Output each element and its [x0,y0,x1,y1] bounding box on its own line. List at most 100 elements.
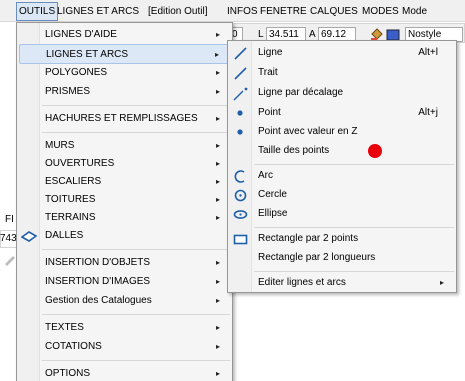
menu-item-label: MURS [45,140,75,151]
submenu-arrow-icon: ▸ [215,195,220,204]
menu-item-label: POLYGONES [45,67,108,78]
submenu-arrow-icon: ▸ [215,323,220,332]
diagonal-line-icon [233,46,248,61]
menu-item-label: INSERTION D'OBJETS [45,257,151,268]
submenu-arrow-icon: ▸ [215,141,220,150]
submenu-item-rect-2-points[interactable]: Rectangle par 2 points [230,230,454,249]
toolbar-a-label: A [309,29,316,40]
submenu-item-label: Taille des points [258,145,330,156]
rectangle-icon [233,232,248,247]
menu-item-lignes-et-arcs[interactable]: LIGNES ET ARCS ▸ [19,44,230,64]
shortcut-label: Alt+j [418,107,438,118]
submenu-item-point-z[interactable]: Point avec valeur en Z [230,123,454,142]
point-icon [233,106,248,121]
menu-lignes-et-arcs[interactable]: LIGNES ET ARCS [57,5,139,19]
lignes-et-arcs-submenu: Ligne Alt+l Trait Ligne par décalage Poi… [227,40,457,293]
menu-item-insertion-objets[interactable]: INSERTION D'OBJETS ▸ [19,253,230,273]
menu-fenetre[interactable]: FENETRE [260,5,307,19]
left-fragment-label: FI [5,214,14,225]
submenu-arrow-icon: ▸ [215,277,220,286]
menu-separator [42,249,230,250]
menu-item-label: DALLES [45,230,84,241]
submenu-item-label: Editer lignes et arcs [258,277,346,288]
submenu-separator [254,271,454,272]
submenu-arrow-icon: ▸ [439,278,444,287]
menu-item-label: Gestion des Catalogues [45,295,152,306]
submenu-arrow-icon: ▸ [214,50,219,59]
toolbar-l-label: L [258,29,264,40]
menu-item-murs[interactable]: MURS ▸ [19,136,230,156]
submenu-item-rect-2-longueurs[interactable]: Rectangle par 2 longueurs [230,249,454,268]
submenu-item-arc[interactable]: Arc [230,167,454,186]
menu-item-label: HACHURES ET REMPLISSAGES [45,113,198,124]
submenu-item-label: Arc [258,170,273,181]
menu-item-prismes[interactable]: PRISMES ▸ [19,82,230,102]
submenu-item-ellipse[interactable]: Ellipse [230,205,454,224]
menu-item-ouvertures[interactable]: OUVERTURES ▸ [19,154,230,174]
circle-icon [233,188,248,203]
menu-item-label: LIGNES D'AIDE [45,29,117,40]
menu-item-label: COTATIONS [45,341,102,352]
submenu-item-trait[interactable]: Trait [230,64,454,83]
menu-item-label: TERRAINS [45,212,96,223]
menu-item-cotations[interactable]: COTATIONS ▸ [19,337,230,357]
menu-item-label: LIGNES ET ARCS [46,49,129,60]
submenu-separator [254,164,454,165]
menu-item-label: TOITURES [45,194,96,205]
submenu-item-label: Point [258,107,281,118]
diagonal-line-icon [233,66,248,81]
submenu-item-label: Point avec valeur en Z [258,126,358,137]
submenu-item-ligne-decalage[interactable]: Ligne par décalage [230,84,454,103]
submenu-arrow-icon: ▸ [215,87,220,96]
submenu-item-cercle[interactable]: Cercle [230,186,454,205]
menu-item-escaliers[interactable]: ESCALIERS ▸ [19,172,230,192]
submenu-arrow-icon: ▸ [215,177,220,186]
red-marker-dot [368,144,382,158]
submenu-item-point[interactable]: Point Alt+j [230,104,454,123]
menu-item-insertion-images[interactable]: INSERTION D'IMAGES ▸ [19,272,230,292]
menu-item-dalles[interactable]: DALLES [19,226,230,246]
submenu-item-label: Ligne par décalage [258,87,344,98]
menu-item-options[interactable]: OPTIONS ▸ [19,364,230,381]
menu-item-hachures[interactable]: HACHURES ET REMPLISSAGES ▸ [19,109,230,129]
submenu-item-taille-points[interactable]: Taille des points [230,142,454,161]
menu-separator [42,132,230,133]
submenu-item-label: Trait [258,67,278,78]
submenu-item-ligne[interactable]: Ligne Alt+l [230,44,454,63]
menu-item-gestion-catalogues[interactable]: Gestion des Catalogues ▸ [19,291,230,311]
menu-item-terrains[interactable]: TERRAINS ▸ [19,208,230,228]
outils-dropdown: LIGNES D'AIDE ▸ LIGNES ET ARCS ▸ POLYGON… [16,22,233,381]
menu-item-label: PRISMES [45,86,91,97]
submenu-item-label: Rectangle par 2 longueurs [258,252,376,263]
menu-edition-outil[interactable]: [Edition Outil] [148,5,207,19]
submenu-arrow-icon: ▸ [215,114,220,123]
submenu-arrow-icon: ▸ [215,258,220,267]
menu-item-toitures[interactable]: TOITURES ▸ [19,190,230,210]
menu-separator [42,314,230,315]
submenu-arrow-icon: ▸ [215,369,220,378]
offset-line-icon [233,86,248,101]
menu-outils[interactable]: OUTILS [16,2,59,21]
menu-mode[interactable]: Mode [402,5,427,19]
slab-icon [20,228,38,244]
menu-item-polygones[interactable]: POLYGONES ▸ [19,63,230,83]
menu-item-textes[interactable]: TEXTES ▸ [19,318,230,338]
menu-modes[interactable]: MODES [362,5,399,19]
arc-icon [233,169,248,184]
submenu-arrow-icon: ▸ [215,296,220,305]
pencil-icon[interactable] [3,252,17,266]
submenu-item-editer-lignes-arcs[interactable]: Editer lignes et arcs ▸ [230,274,454,293]
menu-infos[interactable]: INFOS [227,5,258,19]
menu-separator [42,105,230,106]
submenu-arrow-icon: ▸ [215,342,220,351]
menu-item-label: INSERTION D'IMAGES [45,276,151,287]
menu-item-lignes-daide[interactable]: LIGNES D'AIDE ▸ [19,25,230,45]
submenu-arrow-icon: ▸ [215,30,220,39]
menu-separator [42,360,230,361]
menu-calques[interactable]: CALQUES [310,5,358,19]
submenu-arrow-icon: ▸ [215,68,220,77]
point-z-icon [233,125,248,140]
menu-item-label: ESCALIERS [45,176,102,187]
menu-item-label: TEXTES [45,322,84,333]
menu-item-label: OUVERTURES [45,158,115,169]
